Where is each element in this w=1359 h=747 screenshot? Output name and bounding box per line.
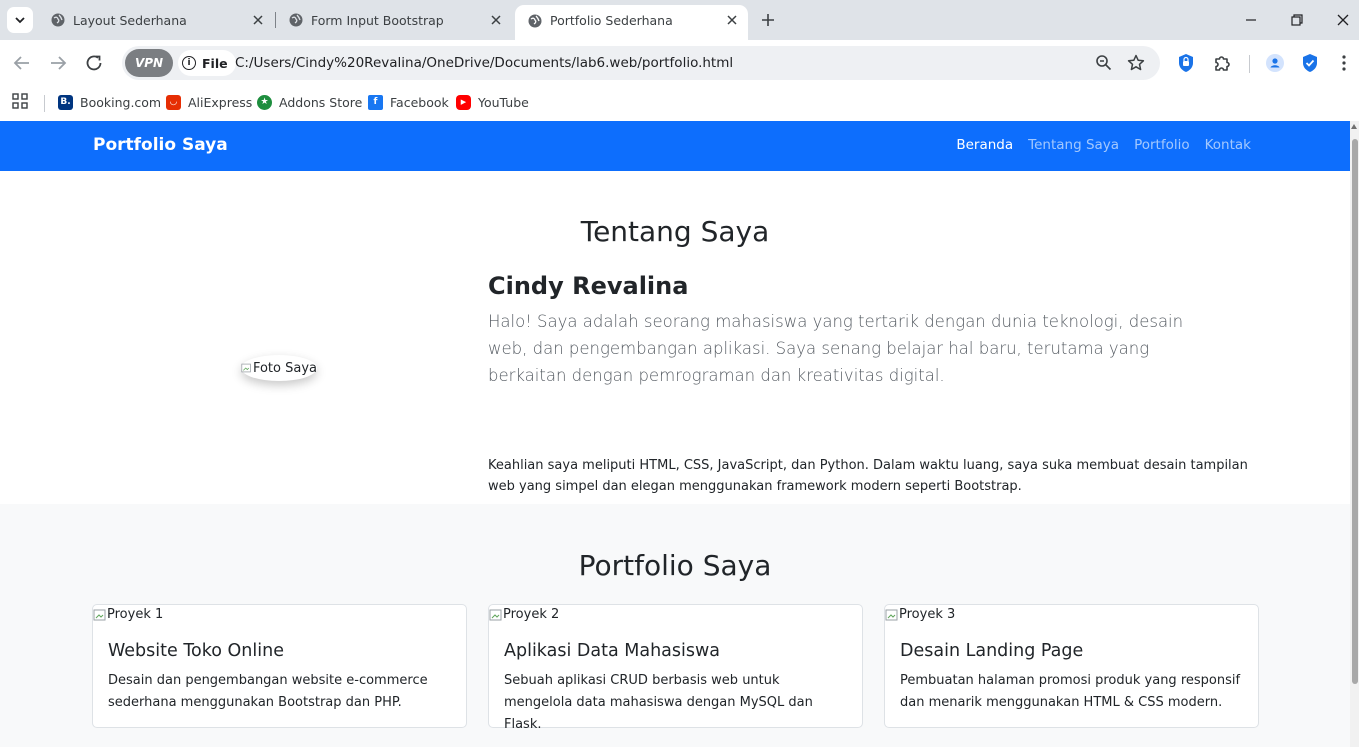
bookmark-youtube[interactable]: ▶ YouTube — [456, 92, 529, 112]
menu-kebab-icon[interactable] — [1333, 52, 1355, 74]
bookmark-label: Addons Store — [279, 94, 363, 110]
nav-link-portfolio[interactable]: Portfolio — [1134, 137, 1190, 153]
nav-link-kontak[interactable]: Kontak — [1205, 137, 1251, 153]
url-text[interactable]: C:/Users/Cindy%20Revalina/OneDrive/Docum… — [235, 55, 733, 71]
broken-image-icon — [885, 609, 898, 620]
broken-image-icon — [241, 363, 251, 373]
back-arrow-icon[interactable] — [10, 51, 34, 75]
card-image-alt: Proyek 3 — [899, 607, 956, 622]
close-icon[interactable] — [250, 12, 266, 28]
bookmark-star-icon[interactable] — [1126, 53, 1146, 73]
bookmark-label: AliExpress — [188, 94, 253, 110]
bookmarks-bar: B. Booking.com ◡ AliExpress ★ Addons Sto… — [0, 86, 1359, 121]
card-text: Desain dan pengembangan website e-commer… — [108, 673, 428, 710]
tab-title: Portfolio Sederhana — [550, 13, 673, 28]
chevron-down-icon — [15, 17, 25, 24]
restore-icon[interactable] — [1287, 10, 1307, 30]
nav-link-tentang-saya[interactable]: Tentang Saya — [1028, 137, 1119, 153]
card-text: Pembuatan halaman promosi produk yang re… — [900, 673, 1241, 710]
site-info-chip[interactable]: i File — [178, 50, 236, 76]
navbar-links: Beranda Tentang Saya Portfolio Kontak — [956, 137, 1251, 153]
bookmark-booking[interactable]: B. Booking.com — [58, 92, 161, 112]
nav-link-beranda[interactable]: Beranda — [956, 137, 1013, 153]
portfolio-title: Portfolio Saya — [578, 549, 772, 582]
tab-strip: Layout Sederhana Form Input Bootstrap Po… — [0, 0, 1359, 40]
reload-icon[interactable] — [82, 51, 106, 75]
info-icon: i — [182, 56, 196, 70]
extensions-puzzle-icon[interactable] — [1211, 52, 1233, 74]
bookmarks-separator — [44, 95, 45, 112]
portfolio-card: Proyek 3 Desain Landing Page Pembuatan h… — [884, 604, 1259, 728]
close-icon[interactable] — [724, 12, 740, 28]
navbar-brand[interactable]: Portfolio Saya — [93, 135, 228, 155]
card-image: Proyek 1 — [93, 607, 163, 622]
security-shield-icon[interactable] — [1299, 52, 1321, 74]
card-image-alt: Proyek 2 — [503, 607, 560, 622]
tab-form-input-bootstrap[interactable]: Form Input Bootstrap — [276, 4, 512, 36]
facebook-icon: f — [368, 94, 383, 110]
zoom-icon[interactable] — [1094, 53, 1114, 73]
card-title: Desain Landing Page — [900, 641, 1084, 661]
booking-icon: B. — [58, 94, 73, 110]
apps-grid-icon[interactable] — [12, 93, 28, 109]
new-tab-icon[interactable] — [758, 10, 778, 30]
profile-photo: Foto Saya — [241, 355, 317, 381]
page-scrollbar[interactable] — [1350, 121, 1359, 747]
bookmark-label: Facebook — [390, 94, 449, 110]
broken-image-icon — [489, 609, 502, 620]
tab-layout-sederhana[interactable]: Layout Sederhana — [38, 4, 274, 36]
shield-extension-icon[interactable] — [1175, 52, 1197, 74]
bookmark-facebook[interactable]: f Facebook — [368, 92, 449, 112]
minimize-icon[interactable] — [1241, 10, 1261, 30]
addons-store-icon: ★ — [257, 94, 272, 110]
card-title: Aplikasi Data Mahasiswa — [504, 641, 721, 661]
bookmark-label: YouTube — [478, 94, 529, 110]
portfolio-card: Proyek 1 Website Toko Online Desain dan … — [92, 604, 467, 728]
scroll-up-arrow[interactable] — [1351, 124, 1357, 129]
tab-title: Layout Sederhana — [73, 13, 187, 28]
globe-icon — [51, 13, 65, 27]
forward-arrow-icon[interactable] — [46, 51, 70, 75]
about-description: Keahlian saya meliputi HTML, CSS, JavaSc… — [488, 458, 1248, 494]
card-image: Proyek 2 — [489, 607, 559, 622]
page-viewport: Portfolio Saya Beranda Tentang Saya Port… — [0, 121, 1350, 747]
toolbar-separator — [1249, 55, 1250, 73]
tab-portfolio-sederhana[interactable]: Portfolio Sederhana — [515, 5, 748, 40]
address-bar[interactable]: VPN i File C:/Users/Cindy%20Revalina/One… — [122, 46, 1160, 80]
close-icon[interactable] — [488, 12, 504, 28]
bookmark-aliexpress[interactable]: ◡ AliExpress — [166, 92, 252, 112]
about-lead: Halo! Saya adalah seorang mahasiswa yang… — [488, 312, 1184, 385]
profile-photo-alt: Foto Saya — [252, 360, 317, 376]
card-text: Sebuah aplikasi CRUD berbasis web untuk … — [504, 673, 813, 732]
youtube-icon: ▶ — [456, 94, 471, 110]
about-section: Tentang Saya Foto Saya Cindy Revalina Ha… — [0, 171, 1350, 504]
bookmark-addons-store[interactable]: ★ Addons Store — [257, 92, 362, 112]
profile-avatar-icon[interactable] — [1264, 52, 1286, 74]
card-image-alt: Proyek 1 — [107, 607, 164, 622]
about-title: Tentang Saya — [580, 215, 770, 248]
globe-icon — [289, 13, 303, 27]
tab-search-button[interactable] — [7, 7, 33, 33]
portfolio-card: Proyek 2 Aplikasi Data Mahasiswa Sebuah … — [488, 604, 863, 732]
card-image: Proyek 3 — [885, 607, 955, 622]
aliexpress-icon: ◡ — [166, 94, 181, 110]
close-window-icon[interactable] — [1333, 10, 1353, 30]
site-navbar: Portfolio Saya Beranda Tentang Saya Port… — [0, 121, 1350, 171]
profile-name: Cindy Revalina — [488, 272, 689, 300]
bookmark-label: Booking.com — [80, 94, 162, 110]
globe-icon — [528, 14, 542, 28]
tab-title: Form Input Bootstrap — [311, 13, 444, 28]
broken-image-icon — [93, 609, 106, 620]
portfolio-section: Portfolio Saya Proyek 1 Website Toko Onl… — [0, 504, 1350, 747]
scrollbar-thumb[interactable] — [1352, 139, 1358, 684]
vpn-button[interactable]: VPN — [125, 49, 173, 77]
file-label: File — [202, 55, 228, 71]
browser-toolbar: VPN i File C:/Users/Cindy%20Revalina/One… — [0, 40, 1359, 86]
card-title: Website Toko Online — [108, 641, 284, 661]
